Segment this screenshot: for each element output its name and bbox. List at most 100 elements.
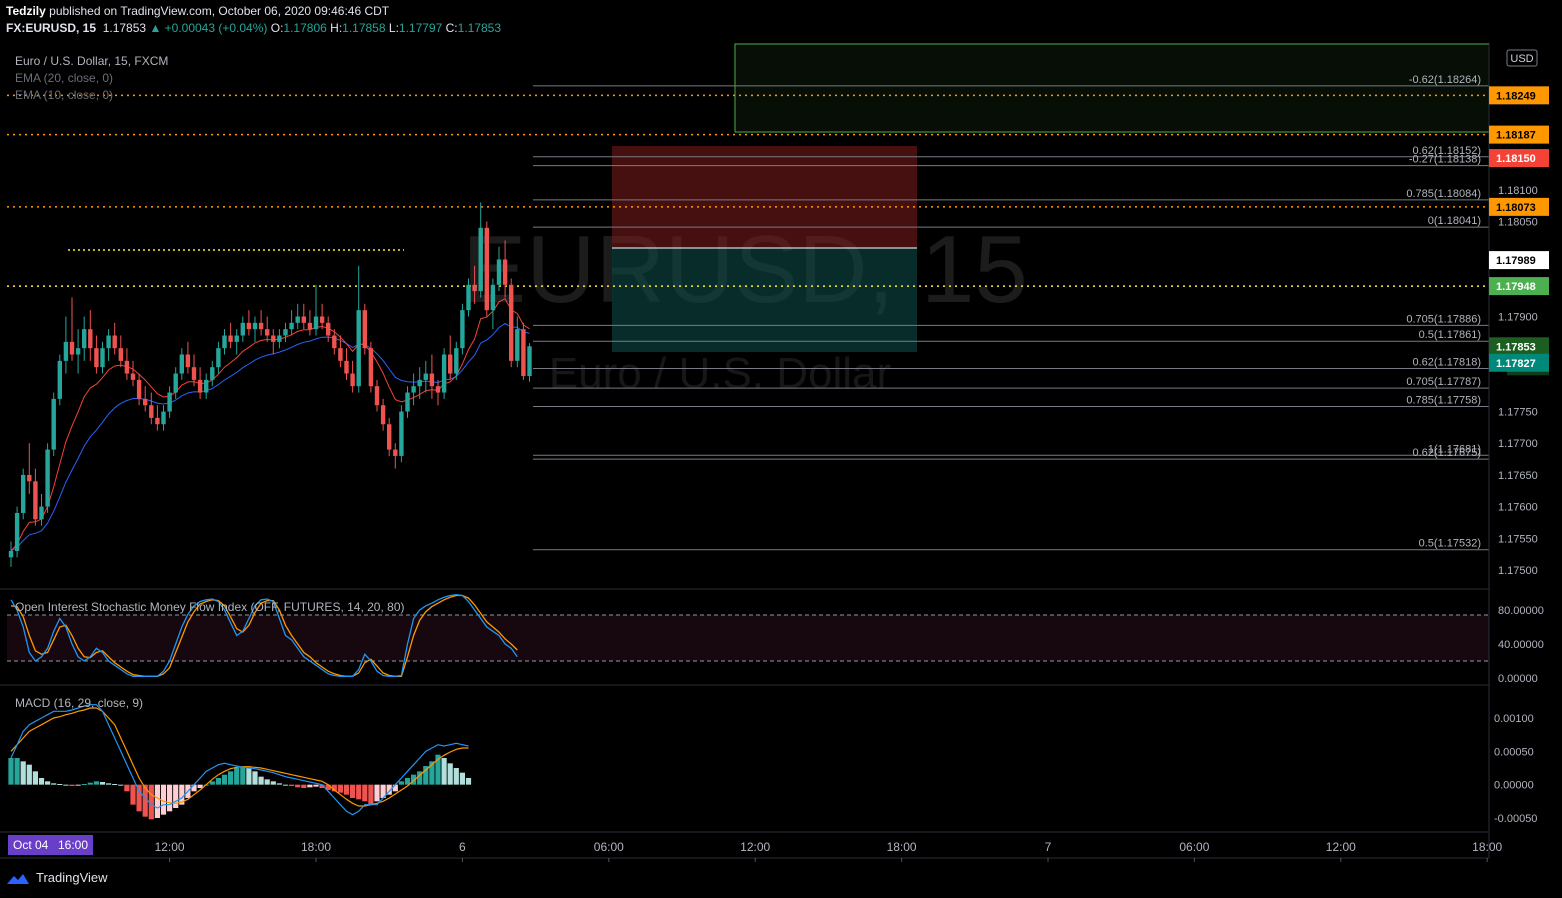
macd-pane[interactable] bbox=[8, 704, 472, 820]
candle bbox=[387, 417, 392, 456]
candle bbox=[27, 443, 32, 494]
candle bbox=[234, 329, 239, 355]
candle-body bbox=[222, 335, 227, 349]
brand-name: TradingView bbox=[36, 870, 108, 885]
macd-histogram-bar bbox=[209, 781, 215, 785]
candle-body bbox=[509, 284, 514, 361]
candle-body bbox=[326, 322, 331, 336]
fib-label: 0(1.18041) bbox=[1428, 215, 1481, 227]
candle-body bbox=[27, 474, 32, 482]
candle bbox=[161, 405, 166, 431]
candle-body bbox=[338, 348, 343, 361]
candle bbox=[265, 316, 270, 342]
time-tick-label: 18:00 bbox=[1472, 840, 1502, 854]
candle-body bbox=[393, 449, 398, 456]
candle bbox=[246, 310, 252, 336]
short-position-stop-zone[interactable] bbox=[612, 146, 917, 248]
candle-body bbox=[521, 329, 526, 377]
candle-body bbox=[8, 550, 14, 558]
candle bbox=[527, 343, 532, 382]
candle bbox=[515, 316, 520, 368]
candle-body bbox=[301, 316, 306, 323]
macd-histogram-bar bbox=[289, 784, 295, 786]
macd-histogram-bar bbox=[106, 783, 112, 785]
macd-histogram-bar bbox=[374, 784, 380, 802]
candle-body bbox=[417, 379, 422, 387]
candle bbox=[277, 329, 282, 349]
candle-body bbox=[283, 329, 288, 336]
candle-body bbox=[313, 316, 319, 330]
candle bbox=[222, 329, 227, 355]
macd-histogram-bar bbox=[441, 758, 447, 785]
candle-body bbox=[143, 398, 148, 406]
price-tick: 1.17600 bbox=[1498, 502, 1538, 514]
candle bbox=[197, 367, 203, 399]
candle bbox=[94, 335, 99, 374]
candle-body bbox=[45, 449, 50, 507]
time-axis[interactable]: Oct 04 16:00 12:00 18:00 6 06:00 12:00 18:00 7… bbox=[0, 835, 1503, 862]
macd-histogram-bar bbox=[191, 784, 197, 792]
candle bbox=[380, 398, 386, 431]
macd-histogram-bar bbox=[252, 771, 258, 785]
candle bbox=[435, 379, 441, 406]
macd-tick: -0.00050 bbox=[1494, 813, 1537, 825]
price-level-badge-text: 1.18187 bbox=[1496, 130, 1536, 142]
macd-histogram-bar bbox=[343, 784, 350, 795]
macd-line bbox=[10, 704, 469, 816]
candle bbox=[82, 316, 87, 361]
macd-histogram-bar bbox=[32, 771, 38, 785]
currency-button[interactable]: USD bbox=[1506, 49, 1538, 67]
price-axis[interactable]: 1.17500 1.17550 1.17600 1.17650 1.17700 1.177… bbox=[1488, 44, 1549, 858]
candle-body bbox=[429, 373, 435, 387]
candle-body bbox=[399, 411, 404, 456]
candle-body bbox=[435, 386, 441, 393]
candle-body bbox=[368, 348, 374, 387]
tradingview-brand[interactable]: TradingView bbox=[6, 870, 108, 885]
candle bbox=[210, 360, 215, 387]
price-marker-badge-text: 1.17989 bbox=[1496, 255, 1536, 267]
position-zones[interactable] bbox=[612, 43, 1490, 352]
price-chart[interactable]: EURUSD, 15 Euro / U.S. Dollar -0.62(1.18… bbox=[0, 0, 1562, 898]
macd-histogram-bar bbox=[307, 784, 313, 788]
price-tick: 1.18100 bbox=[1498, 185, 1538, 197]
macd-histogram-bar bbox=[276, 783, 282, 785]
price-level-badge-text: 1.18073 bbox=[1496, 202, 1536, 214]
time-tick-label: 6 bbox=[459, 840, 466, 854]
time-tick-label: 06:00 bbox=[594, 840, 624, 854]
candle bbox=[88, 310, 93, 361]
macd-histogram-bar bbox=[398, 781, 404, 785]
candle-body bbox=[374, 386, 380, 406]
candle bbox=[149, 392, 154, 425]
macd-histogram-bar bbox=[8, 758, 14, 785]
macd-histogram-bar bbox=[99, 782, 106, 785]
green-target-box[interactable] bbox=[734, 43, 1490, 133]
candle bbox=[350, 360, 355, 393]
macd-histogram-bar bbox=[75, 784, 81, 786]
stoch-tick: 0.00000 bbox=[1498, 673, 1538, 685]
candle bbox=[8, 541, 14, 567]
candle bbox=[319, 303, 325, 330]
candle-body bbox=[344, 360, 349, 374]
short-position-profit-zone[interactable] bbox=[612, 248, 917, 352]
candle-body bbox=[204, 379, 209, 393]
candle bbox=[216, 341, 221, 374]
candle-body bbox=[94, 348, 99, 368]
candle-body bbox=[118, 348, 123, 361]
candle bbox=[63, 316, 69, 374]
candle-body bbox=[405, 392, 410, 412]
candle bbox=[362, 303, 367, 355]
fib-level: 0.5(1.17532) bbox=[533, 538, 1489, 551]
macd-title: MACD (16, 29, close, 9) bbox=[15, 696, 143, 710]
time-tick-label: 7 bbox=[1045, 840, 1052, 854]
macd-histogram-bar bbox=[173, 784, 179, 808]
candle bbox=[271, 329, 276, 355]
macd-histogram-bar bbox=[350, 784, 356, 798]
candle-body bbox=[234, 335, 239, 342]
macd-histogram-bar bbox=[362, 784, 368, 802]
candle bbox=[240, 316, 245, 342]
stoch-band-fill bbox=[7, 615, 1489, 661]
candle-body bbox=[75, 348, 81, 355]
candle bbox=[368, 341, 374, 393]
macd-histogram-bar bbox=[240, 766, 246, 785]
candle-body bbox=[289, 322, 294, 330]
